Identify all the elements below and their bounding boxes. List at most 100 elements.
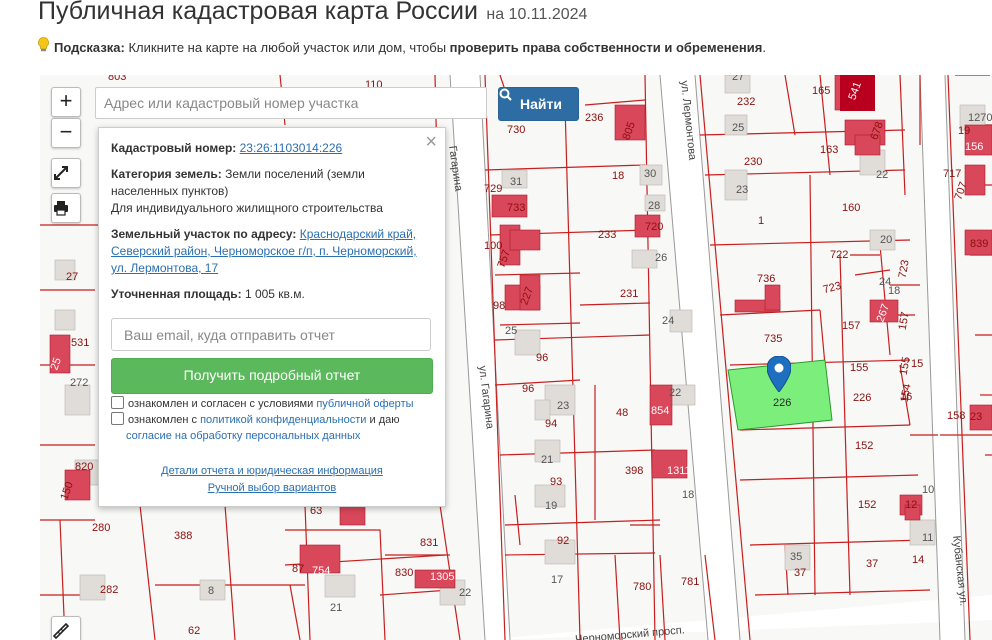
map-label: 22 bbox=[459, 587, 472, 599]
public-offer-link[interactable]: публичной оферты bbox=[316, 398, 413, 410]
land-category-row: Категория земель: Земли поселений (земли… bbox=[111, 166, 427, 200]
email-field[interactable] bbox=[111, 318, 431, 351]
page-date: на 10.11.2024 bbox=[486, 6, 588, 23]
map-label: 92 bbox=[557, 535, 570, 547]
search-button[interactable]: Найти bbox=[498, 87, 579, 121]
land-category-label: Категория земель: bbox=[111, 167, 222, 181]
map-label: 35 bbox=[790, 551, 803, 563]
map-label: 722 bbox=[830, 249, 849, 261]
map-label: 17 bbox=[551, 574, 564, 586]
hint-text: Кликните на карте на любой участок или д… bbox=[124, 40, 450, 55]
personal-data-consent-link[interactable]: согласие на обработку персональных данны… bbox=[126, 430, 360, 442]
map-label: 733 bbox=[507, 202, 526, 214]
map-label: 18 bbox=[888, 285, 901, 297]
map-label: 230 bbox=[744, 156, 763, 168]
map-label: 62 bbox=[188, 625, 201, 637]
map-label: 23 bbox=[970, 411, 983, 423]
map-label: 8 bbox=[208, 585, 215, 597]
map-label: 781 bbox=[681, 576, 700, 588]
measure-button[interactable] bbox=[51, 616, 81, 640]
print-button[interactable] bbox=[51, 193, 81, 223]
search-button-label: Найти bbox=[520, 96, 562, 112]
map-label: 21 bbox=[330, 602, 343, 614]
land-usage: Для индивидуального жилищного строительс… bbox=[111, 201, 383, 215]
map-label: 1305 bbox=[430, 571, 455, 583]
consent-privacy-mid: и даю bbox=[369, 414, 400, 426]
hint-label: Подсказка: bbox=[54, 40, 125, 55]
map-label: 96 bbox=[522, 383, 535, 395]
map-label: 24 bbox=[662, 315, 675, 327]
map-label: 754 bbox=[312, 565, 331, 577]
map-label: 272 bbox=[70, 377, 89, 389]
map-label: 100 bbox=[484, 240, 503, 252]
map-label: 280 bbox=[92, 522, 111, 534]
map-label: 10 bbox=[922, 484, 935, 496]
get-report-button[interactable]: Получить подробный отчет bbox=[111, 358, 433, 394]
map-label: 96 bbox=[536, 352, 549, 364]
map-label: 14 bbox=[912, 554, 925, 566]
hint-end: . bbox=[762, 40, 766, 55]
map-label: 37 bbox=[794, 567, 807, 579]
consent-offer-checkbox[interactable] bbox=[111, 396, 124, 409]
map-label: 16 bbox=[900, 391, 913, 403]
map-label: 165 bbox=[812, 85, 831, 97]
map-label: 152 bbox=[858, 499, 877, 511]
cadastral-number-label: Кадастровый номер: bbox=[111, 141, 237, 155]
map-label: 31 bbox=[510, 176, 523, 188]
selected-parcel-label: 226 bbox=[773, 397, 792, 409]
map-label: 398 bbox=[625, 465, 644, 477]
map-label: 531 bbox=[71, 337, 90, 349]
map-label: 30 bbox=[644, 168, 657, 180]
consent-privacy-checkbox[interactable] bbox=[111, 412, 124, 425]
page-title: Публичная кадастровая карта России bbox=[38, 0, 478, 25]
map-label: 820 bbox=[75, 461, 94, 473]
map-label: 160 bbox=[842, 202, 861, 214]
close-icon[interactable]: × bbox=[425, 132, 437, 152]
map-label: 18 bbox=[682, 489, 695, 501]
map-label: 231 bbox=[620, 288, 639, 300]
map-label: 22 bbox=[669, 387, 682, 399]
map-label: 163 bbox=[820, 144, 839, 156]
area-value: 1 005 кв.м. bbox=[244, 287, 305, 301]
map-label: 22 bbox=[876, 169, 889, 181]
map-label: 233 bbox=[598, 229, 617, 241]
map-label: 1 bbox=[758, 215, 765, 227]
report-details-link[interactable]: Детали отчета и юридическая информация bbox=[161, 465, 383, 477]
map-label: 87 bbox=[292, 563, 305, 575]
manual-link-row: Ручной выбор вариантов bbox=[99, 482, 445, 494]
title-row: Публичная кадастровая карта России на 10… bbox=[38, 0, 978, 29]
map-label: 830 bbox=[395, 567, 414, 579]
map-label: 21 bbox=[541, 454, 554, 466]
map-label: 19 bbox=[545, 500, 558, 512]
cadastral-map[interactable]: 803 110 730 236 805 729 31 733 100 757 9… bbox=[40, 75, 992, 640]
area-label: Уточненная площадь: bbox=[111, 287, 242, 301]
hint-line: Подсказка: Кликните на карте на любой уч… bbox=[38, 37, 766, 55]
map-label: 735 bbox=[764, 333, 783, 345]
fullscreen-button[interactable] bbox=[51, 158, 81, 188]
zoom-out-button[interactable]: − bbox=[51, 118, 81, 148]
address-label: Земельный участок по адресу: bbox=[111, 227, 297, 241]
consent-offer-row: ознакомлен и согласен с условиями публич… bbox=[111, 396, 431, 412]
map-label: 19 bbox=[958, 125, 971, 137]
map-label: 780 bbox=[633, 581, 652, 593]
map-label: 720 bbox=[645, 221, 664, 233]
map-label: 236 bbox=[585, 112, 604, 124]
zoom-in-button[interactable]: + bbox=[51, 87, 81, 117]
map-label: 94 bbox=[545, 418, 558, 430]
map-label: 157 bbox=[842, 320, 861, 332]
search-input[interactable] bbox=[95, 87, 487, 119]
map-label: 729 bbox=[484, 183, 503, 195]
privacy-policy-link[interactable]: политикой конфиденциальности bbox=[200, 414, 366, 426]
map-label: 1311 bbox=[667, 465, 691, 477]
cadastral-number-link[interactable]: 23:26:1103014:226 bbox=[240, 141, 343, 155]
map-label: 1270 bbox=[968, 112, 992, 124]
page-header: Публичная кадастровая карта России на 10… bbox=[38, 0, 978, 55]
cadastral-number-row: Кадастровый номер: 23:26:1103014:226 bbox=[111, 140, 427, 157]
map-label: 12 bbox=[905, 499, 918, 511]
map-label: 839 bbox=[970, 238, 989, 250]
map-label: 23 bbox=[557, 400, 570, 412]
map-label: 226 bbox=[853, 392, 872, 404]
manual-selection-link[interactable]: Ручной выбор вариантов bbox=[208, 482, 336, 494]
map-label: 37 bbox=[866, 558, 879, 570]
map-label: 48 bbox=[616, 407, 629, 419]
